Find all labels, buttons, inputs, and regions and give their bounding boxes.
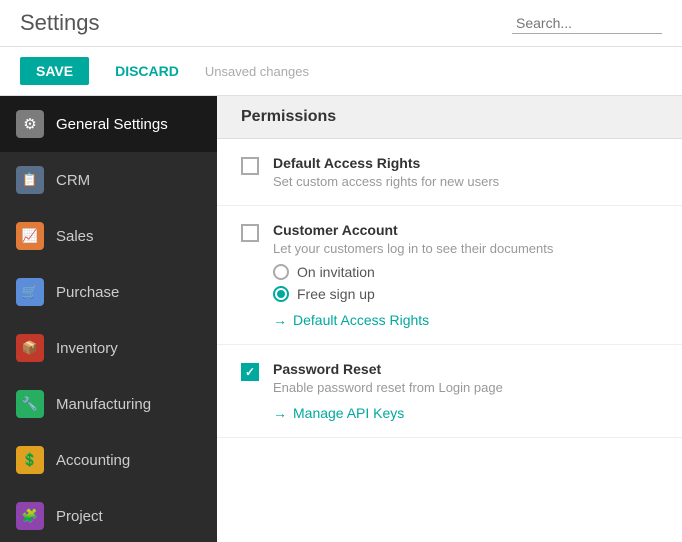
manufacturing-icon: 🔧 <box>16 390 44 418</box>
sidebar-item-manufacturing[interactable]: 🔧 Manufacturing <box>0 376 217 432</box>
perm-desc-password: Enable password reset from Login page <box>273 380 658 395</box>
header: Settings <box>0 0 682 47</box>
sidebar: ⚙ General Settings 📋 CRM 📈 Sales 🛒 Purch… <box>0 96 217 542</box>
checkbox-area-default[interactable] <box>241 155 259 175</box>
arrow-icon-default: → <box>273 312 287 328</box>
crm-icon: 📋 <box>16 166 44 194</box>
sidebar-label-crm: CRM <box>56 172 90 189</box>
arrow-icon-api: → <box>273 405 287 421</box>
perm-title-customer: Customer Account <box>273 222 658 238</box>
purchase-icon: 🛒 <box>16 278 44 306</box>
content-area: Permissions Default Access Rights Set cu… <box>217 96 682 542</box>
perm-title-password: Password Reset <box>273 361 658 377</box>
sidebar-item-sales[interactable]: 📈 Sales <box>0 208 217 264</box>
radio-group-customer: On invitation Free sign up <box>273 264 658 302</box>
sidebar-label-purchase: Purchase <box>56 284 119 301</box>
sidebar-label-inventory: Inventory <box>56 340 118 357</box>
sidebar-item-inventory[interactable]: 📦 Inventory <box>0 320 217 376</box>
checkbox-customer-account[interactable] <box>241 224 259 242</box>
discard-button[interactable]: DISCARD <box>99 57 195 85</box>
permission-customer-account: Customer Account Let your customers log … <box>217 206 682 345</box>
sidebar-item-purchase[interactable]: 🛒 Purchase <box>0 264 217 320</box>
project-icon: 🧩 <box>16 502 44 530</box>
radio-label-invitation: On invitation <box>297 264 375 280</box>
radio-outer-invitation <box>273 264 289 280</box>
inventory-icon: 📦 <box>16 334 44 362</box>
save-button[interactable]: SAVE <box>20 57 89 85</box>
perm-info-default: Default Access Rights Set custom access … <box>273 155 658 189</box>
sidebar-label-sales: Sales <box>56 228 94 245</box>
perm-info-customer: Customer Account Let your customers log … <box>273 222 658 328</box>
permission-password-reset: ✓ Password Reset Enable password reset f… <box>217 345 682 438</box>
sidebar-item-project[interactable]: 🧩 Project <box>0 488 217 542</box>
radio-outer-signup <box>273 286 289 302</box>
link-manage-api[interactable]: → Manage API Keys <box>273 405 658 421</box>
radio-free-signup[interactable]: Free sign up <box>273 286 658 302</box>
checkbox-password-reset[interactable]: ✓ <box>241 363 259 381</box>
radio-inner-signup <box>277 290 285 298</box>
page-title: Settings <box>20 10 100 36</box>
sidebar-item-crm[interactable]: 📋 CRM <box>0 152 217 208</box>
permission-default-access: Default Access Rights Set custom access … <box>217 139 682 206</box>
radio-label-signup: Free sign up <box>297 286 375 302</box>
sidebar-label-manufacturing: Manufacturing <box>56 396 151 413</box>
sidebar-item-general[interactable]: ⚙ General Settings <box>0 96 217 152</box>
checkbox-default-access[interactable] <box>241 157 259 175</box>
section-title: Permissions <box>217 96 682 139</box>
perm-title-default: Default Access Rights <box>273 155 658 171</box>
checkmark-icon: ✓ <box>245 365 255 379</box>
checkbox-area-customer[interactable] <box>241 222 259 242</box>
toolbar: SAVE DISCARD Unsaved changes <box>0 47 682 96</box>
perm-desc-customer: Let your customers log in to see their d… <box>273 241 658 256</box>
gear-icon: ⚙ <box>16 110 44 138</box>
accounting-icon: 💲 <box>16 446 44 474</box>
checkbox-area-password[interactable]: ✓ <box>241 361 259 381</box>
link-label-default: Default Access Rights <box>293 312 429 328</box>
sidebar-label-general: General Settings <box>56 116 168 133</box>
sidebar-label-project: Project <box>56 508 103 525</box>
main-layout: ⚙ General Settings 📋 CRM 📈 Sales 🛒 Purch… <box>0 96 682 542</box>
search-input[interactable] <box>512 13 662 34</box>
sales-icon: 📈 <box>16 222 44 250</box>
radio-on-invitation[interactable]: On invitation <box>273 264 658 280</box>
sidebar-label-accounting: Accounting <box>56 452 130 469</box>
unsaved-status: Unsaved changes <box>205 64 309 79</box>
perm-info-password: Password Reset Enable password reset fro… <box>273 361 658 421</box>
perm-desc-default: Set custom access rights for new users <box>273 174 658 189</box>
link-label-api: Manage API Keys <box>293 405 404 421</box>
sidebar-item-accounting[interactable]: 💲 Accounting <box>0 432 217 488</box>
link-default-access[interactable]: → Default Access Rights <box>273 312 658 328</box>
